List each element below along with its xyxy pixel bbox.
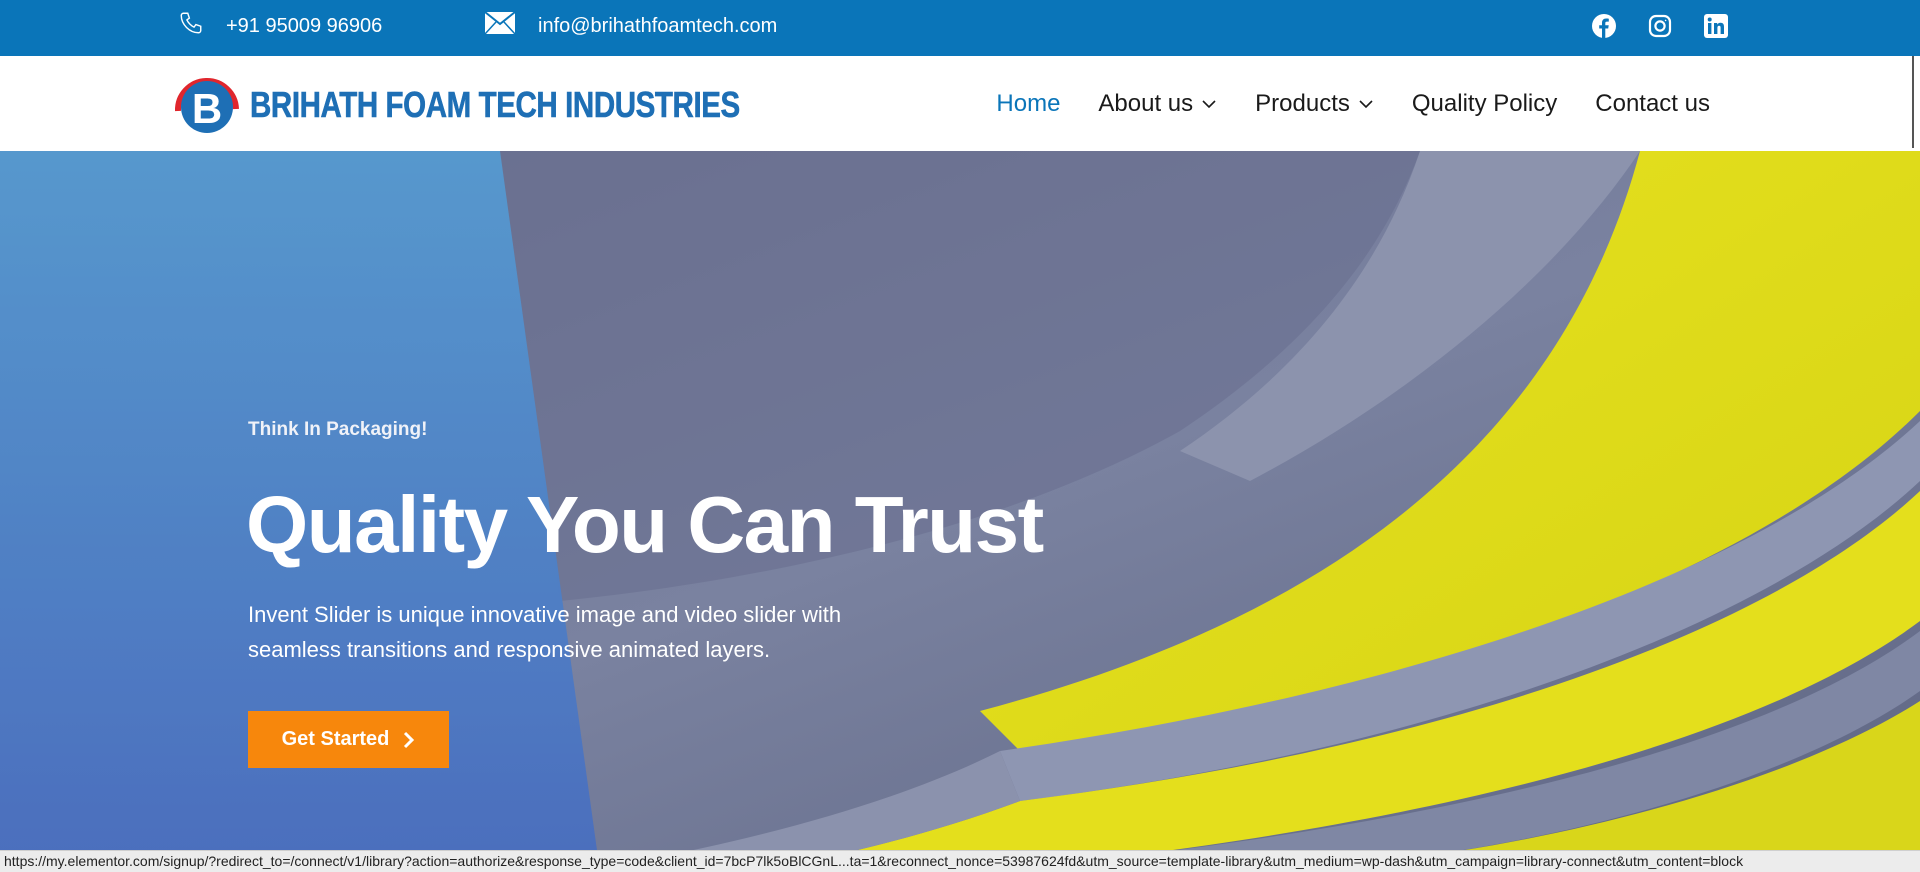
phone-icon: [178, 10, 204, 42]
main-navigation: Home About us Products Quality Policy Co…: [996, 56, 1710, 151]
email-address[interactable]: info@brihathfoamtech.com: [538, 15, 777, 38]
instagram-icon[interactable]: [1646, 12, 1674, 40]
social-links: [1590, 12, 1730, 40]
nav-quality-policy[interactable]: Quality Policy: [1412, 90, 1557, 118]
chevron-right-icon: [404, 731, 415, 748]
site-header: B BRIHATH FOAM TECH INDUSTRIES Home Abou…: [0, 56, 1920, 151]
linkedin-icon[interactable]: [1702, 12, 1730, 40]
get-started-button[interactable]: Get Started: [248, 711, 449, 768]
status-bar-url: https://my.elementor.com/signup/?redirec…: [0, 850, 1920, 872]
logo-text: BRIHATH FOAM TECH INDUSTRIES: [250, 83, 741, 125]
nav-quality-policy-label: Quality Policy: [1411, 89, 1558, 117]
nav-about-us[interactable]: About us: [1098, 90, 1217, 118]
hero-description: Invent Slider is unique innovative image…: [248, 602, 842, 662]
logo-mark: B: [172, 69, 242, 140]
nav-about-us-label: About us: [1098, 89, 1194, 117]
get-started-label: Get Started: [281, 728, 390, 750]
nav-home[interactable]: Home: [996, 90, 1060, 118]
facebook-icon[interactable]: [1590, 12, 1618, 40]
nav-contact-us-label: Contact us: [1595, 89, 1710, 117]
phone-number[interactable]: +91 95009 96906: [226, 15, 382, 38]
nav-home-label: Home: [996, 89, 1061, 117]
hero-headline: Quality You Can Trust: [246, 480, 1044, 569]
phone-contact[interactable]: +91 95009 96906: [178, 0, 382, 52]
nav-products-label: Products: [1255, 89, 1350, 117]
hero-eyebrow: Think In Packaging!: [248, 419, 428, 440]
hero-slider: Think In Packaging! Quality You Can Trus…: [0, 151, 1920, 872]
chevron-down-icon: [1202, 99, 1216, 108]
chevron-down-icon: [1359, 99, 1373, 108]
nav-products[interactable]: Products: [1255, 90, 1374, 118]
top-contact-bar: +91 95009 96906 info@brihathfoamtech.com: [0, 0, 1920, 56]
email-contact[interactable]: info@brihathfoamtech.com: [484, 0, 777, 52]
nav-contact-us[interactable]: Contact us: [1595, 90, 1710, 118]
scrollbar-thumb[interactable]: [1912, 56, 1914, 148]
site-logo[interactable]: B BRIHATH FOAM TECH INDUSTRIES: [172, 69, 847, 140]
envelope-icon: [484, 11, 516, 41]
svg-text:B: B: [192, 85, 222, 132]
